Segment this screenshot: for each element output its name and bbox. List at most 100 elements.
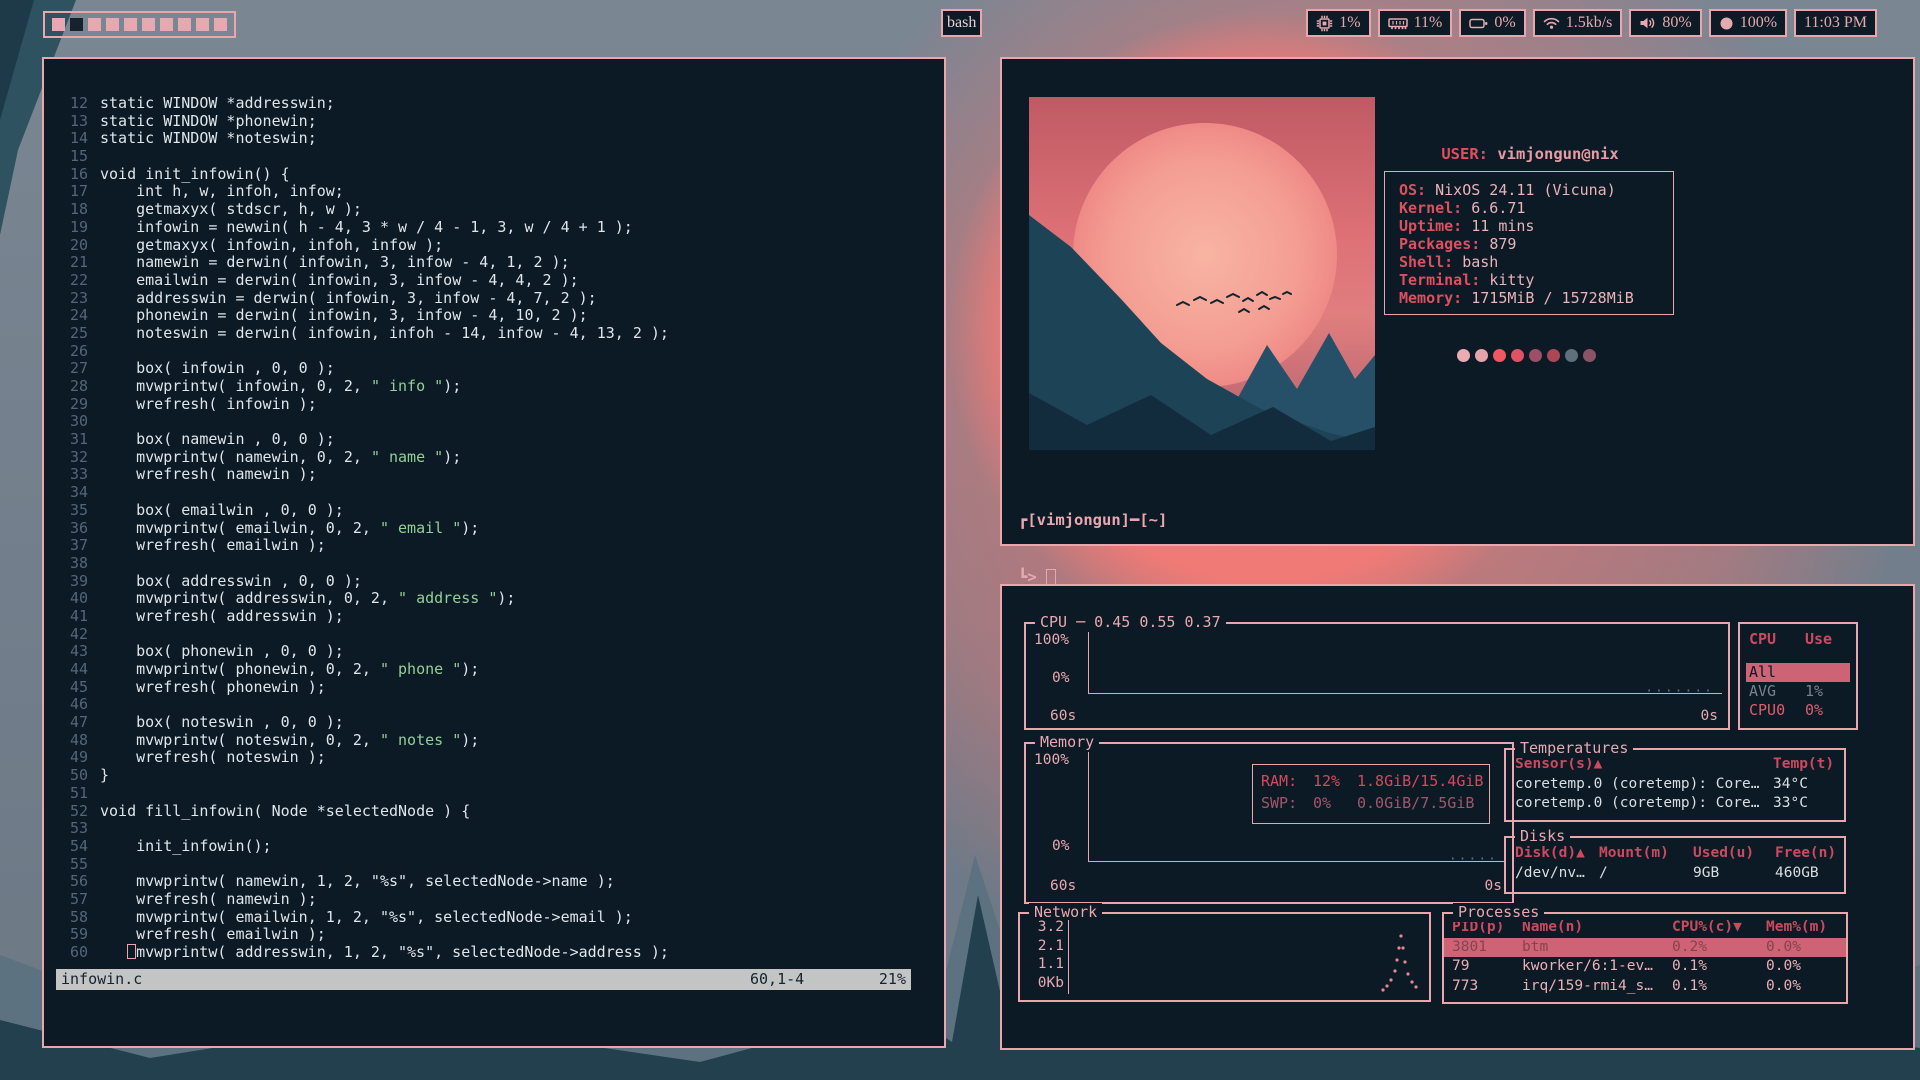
code-line[interactable]: 29 wrefresh( infowin ); xyxy=(54,396,940,414)
module-wifi[interactable]: 1.5kb/s xyxy=(1533,9,1623,37)
code-line[interactable]: 34 xyxy=(54,484,940,502)
code-line[interactable]: 28 mvwprintw( infowin, 0, 2, " info "); xyxy=(54,378,940,396)
focused-window-tag[interactable]: bash xyxy=(941,9,982,37)
code-line[interactable]: 26 xyxy=(54,343,940,361)
process-row[interactable]: 79kworker/6:1-ev…0.1%0.0% xyxy=(1444,957,1846,977)
code-line[interactable]: 41 wrefresh( addresswin ); xyxy=(54,608,940,626)
code-line[interactable]: 39 box( addresswin , 0, 0 ); xyxy=(54,573,940,591)
line-number: 28 xyxy=(54,378,100,396)
code-line[interactable]: 32 mvwprintw( namewin, 0, 2, " name "); xyxy=(54,449,940,467)
code-line[interactable]: 59 wrefresh( emailwin ); xyxy=(54,926,940,944)
cpu-chart-axis: ······· xyxy=(1088,632,1722,694)
code-line[interactable]: 27 box( infowin , 0, 0 ); xyxy=(54,360,940,378)
code-line[interactable]: 12static WINDOW *addresswin; xyxy=(54,95,940,113)
workspace-square-1[interactable] xyxy=(52,18,65,31)
module-clock[interactable]: 11:03 PM xyxy=(1794,9,1877,37)
code-line[interactable]: 46 xyxy=(54,696,940,714)
module-battery[interactable]: 0% xyxy=(1459,9,1525,37)
memory-x-right: 0s xyxy=(1485,878,1502,894)
wifi-icon xyxy=(1543,16,1560,30)
code-line[interactable]: 53 xyxy=(54,820,940,838)
cpu-legend-row[interactable]: CPU00% xyxy=(1746,701,1850,720)
line-number: 57 xyxy=(54,891,100,909)
code-line[interactable]: 42 xyxy=(54,626,940,644)
system-monitor-window[interactable]: CPU ─ 0.45 0.55 0.37 100% 0% ······· 60s… xyxy=(1000,584,1915,1050)
code-line[interactable]: 23 addresswin = derwin( infowin, 3, info… xyxy=(54,290,940,308)
code-line[interactable]: 45 wrefresh( phonewin ); xyxy=(54,679,940,697)
network-y-label: 2.1 xyxy=(1020,937,1064,956)
palette-dot-2 xyxy=(1475,349,1488,362)
code-line[interactable]: 20 getmaxyx( infowin, infoh, infow ); xyxy=(54,237,940,255)
workspace-square-6[interactable] xyxy=(142,18,155,31)
code-line[interactable]: 38 xyxy=(54,555,940,573)
cpu-icon xyxy=(1316,15,1333,32)
fetch-info-row: Memory: 1715MiB / 15728MiB xyxy=(1399,289,1665,307)
workspace-square-9[interactable] xyxy=(196,18,209,31)
vim-cursor[interactable] xyxy=(127,944,136,959)
cpu-legend-row[interactable]: AVG1% xyxy=(1746,682,1850,701)
code-line[interactable]: 16void init_infowin() { xyxy=(54,166,940,184)
module-ram[interactable]: 11% xyxy=(1378,9,1453,37)
editor-window[interactable]: 12static WINDOW *addresswin;13static WIN… xyxy=(42,57,946,1048)
code-line[interactable]: 40 mvwprintw( addresswin, 0, 2, " addres… xyxy=(54,590,940,608)
workspace-square-5[interactable] xyxy=(124,18,137,31)
workspace-square-3[interactable] xyxy=(88,18,101,31)
workspace-square-8[interactable] xyxy=(178,18,191,31)
code-line[interactable]: 25 noteswin = derwin( infowin, infoh - 1… xyxy=(54,325,940,343)
fetch-terminal-window[interactable]: USER: vimjongun@nix OS: NixOS 24.11 (Vic… xyxy=(1000,57,1915,546)
terminal-cursor[interactable] xyxy=(1046,569,1056,585)
code-line[interactable]: 19 infowin = newwin( h - 4, 3 * w / 4 - … xyxy=(54,219,940,237)
code-line[interactable]: 60 mvwprintw( addresswin, 1, 2, "%s", se… xyxy=(54,944,940,962)
workspace-square-10[interactable] xyxy=(214,18,227,31)
module-cpu[interactable]: 1% xyxy=(1306,9,1370,37)
code-line[interactable]: 13static WINDOW *phonewin; xyxy=(54,113,940,131)
workspace-indicator[interactable] xyxy=(43,11,236,38)
line-text: static WINDOW *phonewin; xyxy=(100,113,317,131)
workspace-square-2[interactable] xyxy=(70,18,83,31)
code-line[interactable]: 54 init_infowin(); xyxy=(54,838,940,856)
disks-panel-title: Disks xyxy=(1515,827,1570,846)
line-text: box( namewin , 0, 0 ); xyxy=(100,431,335,449)
code-line[interactable]: 56 mvwprintw( namewin, 1, 2, "%s", selec… xyxy=(54,873,940,891)
code-line[interactable]: 35 box( emailwin , 0, 0 ); xyxy=(54,502,940,520)
code-line[interactable]: 55 xyxy=(54,856,940,874)
code-line[interactable]: 17 int h, w, infoh, infow; xyxy=(54,183,940,201)
code-line[interactable]: 44 mvwprintw( phonewin, 0, 2, " phone ")… xyxy=(54,661,940,679)
code-line[interactable]: 14static WINDOW *noteswin; xyxy=(54,130,940,148)
code-area[interactable]: 12static WINDOW *addresswin;13static WIN… xyxy=(54,95,940,962)
code-line[interactable]: 31 box( namewin , 0, 0 ); xyxy=(54,431,940,449)
code-text: wrefresh( noteswin ); xyxy=(100,748,326,766)
code-line[interactable]: 48 mvwprintw( noteswin, 0, 2, " notes ")… xyxy=(54,732,940,750)
line-text: phonewin = derwin( infowin, 3, infow - 4… xyxy=(100,307,588,325)
code-line[interactable]: 37 wrefresh( emailwin ); xyxy=(54,537,940,555)
code-line[interactable]: 18 getmaxyx( stdscr, h, w ); xyxy=(54,201,940,219)
process-row[interactable]: 773irq/159-rmi4_s…0.1%0.0% xyxy=(1444,977,1846,997)
code-line[interactable]: 24 phonewin = derwin( infowin, 3, infow … xyxy=(54,307,940,325)
fetch-info-row: Packages: 879 xyxy=(1399,235,1665,253)
code-line[interactable]: 22 emailwin = derwin( infowin, 3, infow … xyxy=(54,272,940,290)
module-brightness[interactable]: 100% xyxy=(1709,9,1787,37)
code-line[interactable]: 51 xyxy=(54,785,940,803)
code-line[interactable]: 47 box( noteswin , 0, 0 ); xyxy=(54,714,940,732)
workspace-square-7[interactable] xyxy=(160,18,173,31)
code-line[interactable]: 30 xyxy=(54,413,940,431)
fetch-info-row: Shell: bash xyxy=(1399,253,1665,271)
module-label: 11% xyxy=(1414,14,1443,32)
network-y-label: 3.2 xyxy=(1020,918,1064,937)
code-line[interactable]: 43 box( phonewin , 0, 0 ); xyxy=(54,643,940,661)
workspace-square-4[interactable] xyxy=(106,18,119,31)
code-line[interactable]: 58 mvwprintw( emailwin, 1, 2, "%s", sele… xyxy=(54,909,940,927)
process-row[interactable]: 3801btm0.2%0.0% xyxy=(1444,938,1846,958)
code-line[interactable]: 21 namewin = derwin( infowin, 3, infow -… xyxy=(54,254,940,272)
code-line[interactable]: 57 wrefresh( namewin ); xyxy=(54,891,940,909)
code-line[interactable]: 33 wrefresh( namewin ); xyxy=(54,466,940,484)
info-label: Terminal: xyxy=(1399,271,1480,289)
code-line[interactable]: 52void fill_infowin( Node *selectedNode … xyxy=(54,803,940,821)
cpu-legend-row[interactable]: All xyxy=(1746,663,1850,682)
code-text: mvwprintw( noteswin, 0, 2, xyxy=(100,731,380,749)
code-line[interactable]: 49 wrefresh( noteswin ); xyxy=(54,749,940,767)
code-line[interactable]: 50} xyxy=(54,767,940,785)
code-line[interactable]: 15 xyxy=(54,148,940,166)
module-volume[interactable]: 80% xyxy=(1629,9,1701,37)
code-line[interactable]: 36 mvwprintw( emailwin, 0, 2, " email ")… xyxy=(54,520,940,538)
